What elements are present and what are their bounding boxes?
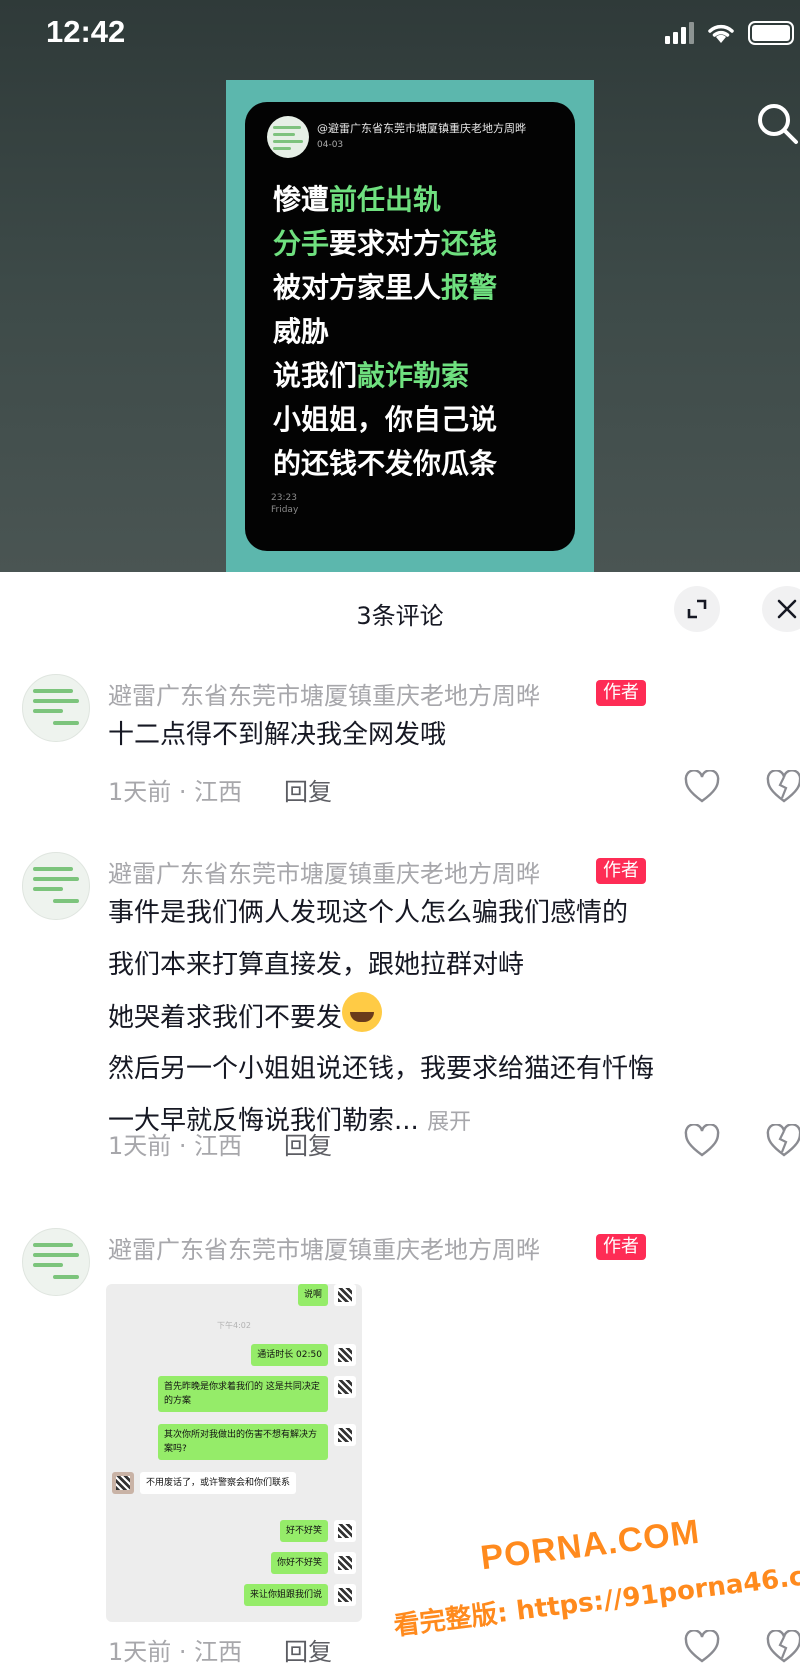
post-text-line: 的还钱不发你瓜条 [273, 442, 497, 486]
post-plain-text: 小姐姐，你自己说 [273, 403, 498, 436]
post-handle: @避雷广东省东莞市塘厦镇重庆老地方周晔 [317, 122, 526, 135]
chat-avatar-me [334, 1584, 356, 1606]
comment-text-line: 然后另一个小姐姐说还钱，我要求给猫还有忏悔 [108, 1054, 655, 1084]
close-icon [777, 599, 797, 619]
post-plain-text: 威胁 [273, 315, 330, 348]
expand-button[interactable] [674, 586, 720, 632]
post-highlight-text: 敲诈勒索 [357, 359, 470, 392]
comment-author[interactable]: 避雷广东省东莞市塘厦镇重庆老地方周晔 [108, 676, 540, 711]
like-icon[interactable] [684, 1124, 720, 1158]
post-text-line: 被对方家里人报警 [273, 266, 497, 310]
status-time: 12:42 [46, 14, 126, 49]
post-highlight-text: 还钱 [441, 227, 498, 260]
video-area[interactable]: 12:42 @避雷广东省东莞市塘厦镇重庆老地方周晔 04-03 惨遭前任出轨 分手… [0, 0, 800, 572]
post-plain-text: 惨遭 [273, 183, 330, 216]
post-highlight-text: 报警 [441, 271, 498, 304]
comment-item: 避雷广东省东莞市塘厦镇重庆老地方周晔 作者 十二点得不到解决我全网发哦 1天前 … [0, 674, 800, 806]
wifi-icon [708, 24, 734, 43]
dislike-icon[interactable] [766, 770, 800, 804]
comment-text-line: 她哭着求我们不要发 [108, 992, 383, 1043]
comment-item: 避雷广东省东莞市塘厦镇重庆老地方周晔 作者 事件是我们俩人发现这个人怎么骗我们感… [0, 852, 800, 1160]
chat-avatar-them [112, 1472, 134, 1494]
post-avatar [267, 116, 309, 158]
post-highlight-text: 前任出轨 [329, 183, 442, 216]
author-badge: 作者 [596, 680, 646, 706]
like-icon[interactable] [684, 1630, 720, 1664]
status-icons [665, 20, 794, 46]
post-plain-text: 说我们 [273, 359, 358, 392]
like-icon[interactable] [684, 770, 720, 804]
post-text-line: 威胁 [273, 310, 497, 354]
dislike-icon[interactable] [766, 1124, 800, 1158]
post-text-line: 分手要求对方还钱 [273, 222, 497, 266]
expand-link[interactable]: 展开 [427, 1110, 471, 1135]
chat-bubble-them: 不用废话了，或许警察会和你们联系 [140, 1472, 297, 1494]
post-text-line: 小姐姐，你自己说 [273, 398, 497, 442]
post-day: Friday [271, 505, 299, 515]
post-plain-text: 被对方家里人 [273, 271, 442, 304]
post-image: @避雷广东省东莞市塘厦镇重庆老地方周晔 04-03 惨遭前任出轨 分手要求对方还钱… [226, 80, 594, 572]
post-date: 04-03 [317, 140, 344, 150]
search-icon[interactable] [754, 100, 800, 146]
comment-text: 十二点得不到解决我全网发哦 [108, 720, 447, 750]
chat-avatar-me [334, 1376, 356, 1398]
post-text: 惨遭前任出轨 分手要求对方还钱 被对方家里人报警 威胁 说我们敲诈勒索 小姐姐，你自己说的… [273, 178, 497, 486]
post-plain-text: 的还钱不发你瓜条 [273, 447, 498, 480]
avatar[interactable] [22, 852, 90, 920]
post-highlight-text: 分手 [273, 227, 330, 260]
post-text-line: 说我们敲诈勒索 [273, 354, 497, 398]
post-plain-text: 要求对方 [329, 227, 442, 260]
chat-bubble-me: 你好不好笑 [270, 1552, 328, 1574]
reply-button[interactable]: 回复 [284, 1126, 332, 1161]
chat-avatar-me [334, 1344, 356, 1366]
battery-icon [748, 21, 794, 45]
comment-meta: 1天前 · 江西 [108, 1132, 243, 1160]
comment-text-line: 事件是我们俩人发现这个人怎么骗我们感情的 [108, 898, 629, 928]
author-badge: 作者 [596, 1234, 646, 1260]
chat-avatar-me [334, 1284, 356, 1306]
expand-icon [687, 599, 707, 619]
dislike-icon[interactable] [766, 1630, 800, 1664]
chat-system-time: 下午4:02 [217, 1321, 251, 1330]
crying-laughing-emoji-icon [342, 992, 383, 1032]
post-text-line: 惨遭前任出轨 [273, 178, 497, 222]
chat-bubble-me: 通话时长 02:50 [251, 1344, 328, 1366]
chat-avatar-me [334, 1520, 356, 1542]
comment-meta: 1天前 · 江西 [108, 1638, 243, 1666]
reply-button[interactable]: 回复 [284, 772, 332, 807]
comment-meta: 1天前 · 江西 [108, 778, 243, 806]
chat-avatar-me [334, 1552, 356, 1574]
post-time-value: 23:23 [271, 493, 297, 503]
comment-author[interactable]: 避雷广东省东莞市塘厦镇重庆老地方周晔 [108, 1230, 540, 1265]
post-card: @避雷广东省东莞市塘厦镇重庆老地方周晔 04-03 惨遭前任出轨 分手要求对方还钱… [245, 102, 575, 551]
avatar[interactable] [22, 674, 90, 742]
comments-sheet: 3条评论 避雷广东省东莞市塘厦镇重庆老地方周晔 作者 十二点得不到解决我全网发哦… [0, 572, 800, 1666]
post-time: 23:23 Friday [271, 492, 298, 516]
chat-bubble-me: 好不好笑 [279, 1520, 328, 1542]
chat-bubble-me: 说啊 [297, 1284, 328, 1306]
reply-button[interactable]: 回复 [284, 1632, 332, 1666]
status-bar: 12:42 [0, 0, 800, 66]
comment-text-line: 我们本来打算直接发，跟她拉群对峙 [108, 950, 525, 980]
chat-avatar-me [334, 1424, 356, 1446]
author-badge: 作者 [596, 858, 646, 884]
chat-bubble-me: 来让你姐跟我们说 [243, 1584, 328, 1606]
chat-bubble-me: 首先昨晚是你求着我们的 这是共同决定的方案 [158, 1376, 328, 1412]
chat-bubble-me: 其次你所对我做出的伤害不想有解决方案吗? [158, 1424, 328, 1460]
avatar[interactable] [22, 1228, 90, 1296]
chat-screenshot-image[interactable]: 说啊 下午4:02 通话时长 02:50 首先昨晚是你求着我们的 这是共同决定的方… [106, 1284, 362, 1622]
comment-author[interactable]: 避雷广东省东莞市塘厦镇重庆老地方周晔 [108, 854, 540, 889]
signal-icon [665, 22, 694, 44]
comment-text-fragment: 她哭着求我们不要发 [108, 1003, 343, 1033]
